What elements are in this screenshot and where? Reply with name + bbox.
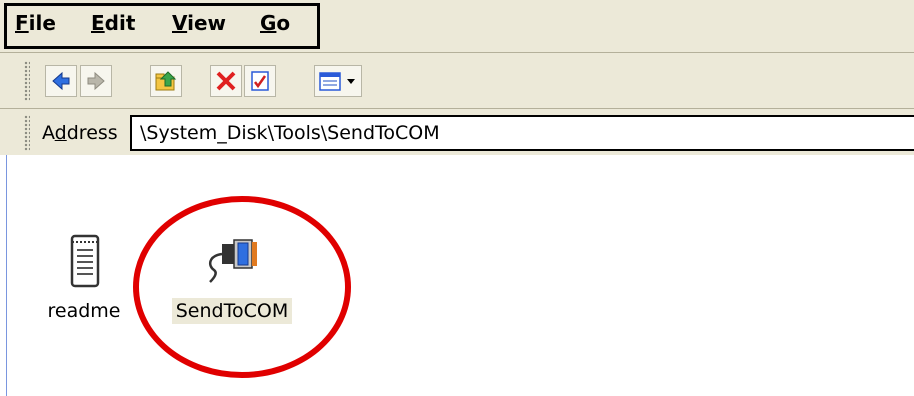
menu-view-accelerator: V bbox=[172, 11, 188, 35]
menu-file-accelerator: F bbox=[15, 11, 29, 35]
view-mode-button[interactable] bbox=[314, 65, 362, 97]
address-label-accelerator: d bbox=[54, 122, 67, 144]
menu-view[interactable]: View bbox=[172, 11, 226, 35]
properties-button[interactable] bbox=[244, 65, 276, 97]
address-label: Address bbox=[42, 122, 118, 144]
file-item-readme[interactable]: readme bbox=[34, 226, 134, 324]
window-chrome: File Edit View Go Address \System_Disk\T… bbox=[0, 0, 914, 155]
properties-icon bbox=[251, 71, 269, 91]
forward-button[interactable] bbox=[80, 65, 112, 97]
menu-file-rest: ile bbox=[28, 11, 56, 35]
toolbar-grip[interactable] bbox=[24, 61, 30, 101]
address-label-a: A bbox=[42, 122, 55, 144]
menu-edit-accelerator: E bbox=[91, 11, 105, 35]
address-bar: Address bbox=[0, 111, 914, 155]
menu-bar: File Edit View Go bbox=[4, 3, 320, 49]
menu-go-accelerator: G bbox=[260, 11, 277, 35]
menu-go[interactable]: Go bbox=[260, 11, 290, 35]
view-mode-icon bbox=[319, 72, 355, 91]
address-label-rest: dress bbox=[66, 122, 118, 144]
toolbar bbox=[0, 55, 914, 107]
text-document-icon bbox=[70, 234, 100, 288]
address-input[interactable] bbox=[130, 115, 914, 151]
up-folder-icon bbox=[155, 71, 177, 91]
menu-go-rest: o bbox=[276, 11, 291, 35]
up-folder-button[interactable] bbox=[150, 65, 182, 97]
file-label-readme: readme bbox=[47, 300, 121, 322]
menu-edit[interactable]: Edit bbox=[91, 11, 135, 35]
menu-edit-rest: dit bbox=[104, 11, 136, 35]
address-grip[interactable] bbox=[24, 115, 30, 151]
menu-view-rest: iew bbox=[187, 11, 227, 35]
menu-file[interactable]: File bbox=[15, 11, 56, 35]
highlight-circle-annotation bbox=[133, 196, 351, 378]
toolbar-separator bbox=[0, 108, 914, 109]
back-icon bbox=[52, 71, 70, 91]
forward-icon bbox=[87, 71, 105, 91]
content-edge bbox=[6, 155, 7, 396]
delete-button[interactable] bbox=[210, 65, 242, 97]
back-button[interactable] bbox=[45, 65, 77, 97]
menu-separator bbox=[0, 52, 914, 53]
delete-icon bbox=[216, 71, 236, 91]
